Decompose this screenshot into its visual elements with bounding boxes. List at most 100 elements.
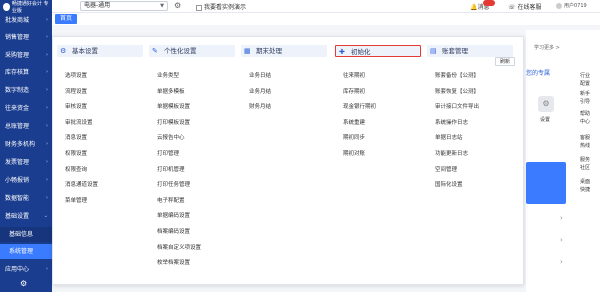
chevron-right-icon[interactable]: ›	[560, 258, 563, 266]
chevron-right-icon: ›	[46, 69, 48, 75]
menu-item[interactable]: 国际化设置	[435, 180, 463, 188]
menu-item[interactable]: 审计接口文件导出	[435, 102, 479, 110]
menu-item[interactable]: 单据日志站	[435, 133, 463, 141]
service-community[interactable]: 服务	[580, 156, 590, 163]
menu-column: ▦ 期末处理业务日结业务月结财务月结	[241, 45, 327, 110]
menu-item[interactable]: 业务日结	[249, 71, 271, 79]
menu-item[interactable]: 功能更新日志	[435, 149, 468, 157]
learn-more-link[interactable]: 学习更多 >	[534, 44, 560, 51]
menu-item[interactable]: 系统重建	[343, 118, 365, 126]
demo-checkbox[interactable]	[196, 4, 202, 11]
chevron-right-icon: ›	[46, 177, 48, 183]
app-logo[interactable]: 畅捷通好会计 专业版	[0, 0, 52, 14]
sidebar-item-apps[interactable]: 应用中心 ›	[0, 262, 52, 277]
refresh-button[interactable]: 刷新	[495, 57, 515, 66]
settings-icon[interactable]: ⚙	[174, 1, 181, 10]
chevron-right-icon: ›	[46, 52, 48, 58]
menu-column: ⚙ 基本设置 选项设置 流程设置 审核设置 审批流设置 消息设置 权限设置 权限查询 消息通道设置…	[57, 45, 143, 204]
menu-item[interactable]: 空间管理	[435, 165, 457, 173]
menu-item[interactable]: 流程设置	[65, 87, 87, 95]
menu-column: ▤ 账套管理账套备份【公测】 账套恢复【公测】 审计接口文件导出 系统操作日志 单据日志站…	[427, 45, 513, 188]
sidebar-item-wholesale[interactable]: 批发商城 ›	[0, 13, 52, 28]
chevron-down-icon: ⌄	[43, 213, 48, 219]
setup-icon[interactable]: ⚙	[538, 96, 554, 112]
sidebar-settings-icon[interactable]: ⚙	[20, 279, 27, 288]
menu-item[interactable]: 档案自定义项设置	[157, 243, 201, 251]
chevron-right-icon: ›	[46, 195, 48, 201]
sidebar-item-system[interactable]: 系统管理	[0, 244, 52, 259]
demo-label: 我要看实例演示	[204, 4, 247, 11]
menu-item[interactable]: 单据模板设置	[157, 102, 190, 110]
sidebar-item-multi-org[interactable]: 财务多机构 ›	[0, 137, 52, 152]
menu-item[interactable]: 消息设置	[65, 133, 87, 141]
user-menu[interactable]: 用户0719	[556, 2, 587, 9]
sidebar-item-ledger[interactable]: 总账管理 ›	[0, 119, 52, 134]
sidebar-item-inventory[interactable]: 库存核算 ›	[0, 65, 52, 80]
chevron-right-icon: ›	[46, 34, 48, 40]
industry-label[interactable]: 行业	[580, 72, 590, 79]
sidebar-item-manufacturing[interactable]: 数字制造 ›	[0, 83, 52, 98]
chevron-right-icon: ›	[46, 17, 48, 23]
sidebar-item-funds[interactable]: 往来资金 ›	[0, 101, 52, 116]
menu-item[interactable]: 菜单管理	[65, 196, 87, 204]
account-select[interactable]: 电器-通用 ▼	[80, 1, 168, 11]
menu-item[interactable]: 账套备份【公测】	[435, 71, 479, 79]
sidebar-item-invoice[interactable]: 发票管理 ›	[0, 155, 52, 170]
menu-item[interactable]: 库存期初	[343, 87, 365, 95]
sidebar-item-label: 发票管理	[5, 159, 30, 166]
menu-column-header: ▦ 期末处理	[241, 45, 327, 57]
sidebar-item-basic-settings[interactable]: 基础设置 ⌄	[0, 209, 52, 224]
newbie-guide[interactable]: 新手	[580, 90, 590, 97]
menu-item[interactable]: 打印模板设置	[157, 118, 190, 126]
promo-banner[interactable]	[526, 162, 566, 204]
sidebar-item-label: 基础设置	[5, 213, 30, 220]
menu-item[interactable]: 档案编码设置	[157, 227, 190, 235]
menu-item[interactable]: 打印机管理	[157, 165, 185, 173]
menu-item[interactable]: 打印任务管理	[157, 180, 190, 188]
menu-item[interactable]: 权限查询	[65, 165, 87, 173]
sidebar-item-sales[interactable]: 销售管理 ›	[0, 30, 52, 45]
menu-item[interactable]: 财务月结	[249, 102, 271, 110]
chevron-right-icon[interactable]: ›	[560, 214, 563, 222]
menu-item[interactable]: 现金银行期初	[343, 102, 376, 110]
menu-item[interactable]: 云报告中心	[157, 133, 185, 141]
online-service-button[interactable]: ☏ 在线客服	[508, 2, 541, 11]
menu-column-title: 初始化	[351, 48, 371, 56]
settings-icon: ⚙	[60, 47, 67, 55]
help-center[interactable]: 帮助	[580, 110, 590, 117]
service-community-2: 社区	[580, 165, 591, 171]
menu-item[interactable]: 消息通道设置	[65, 180, 98, 188]
menu-item[interactable]: 权限设置	[65, 149, 87, 157]
menu-item[interactable]: 审批流设置	[65, 118, 93, 126]
menu-item[interactable]: 审核设置	[65, 102, 87, 110]
tab-home[interactable]: 首页	[55, 14, 77, 24]
sidebar-item-label: 数据智能	[5, 195, 30, 202]
menu-item[interactable]: 单据多模板	[157, 87, 185, 95]
sidebar-item-label: 数字制造	[5, 87, 30, 94]
menu-item[interactable]: 账套恢复【公测】	[435, 87, 479, 95]
menu-column: ✚ 初始化 往来期初 库存期初 现金银行期初 系统重建 期初同步 期初对账	[335, 45, 421, 157]
menu-item[interactable]: 往来期初	[343, 71, 365, 79]
menu-item[interactable]: 电子秤配置	[157, 196, 185, 204]
sidebar-item-purchase[interactable]: 采购管理 ›	[0, 48, 52, 63]
menu-item[interactable]: 期初对账	[343, 149, 365, 157]
menu-item[interactable]: 期初同步	[343, 133, 365, 141]
menu-item[interactable]: 单据编码设置	[157, 211, 190, 219]
menu-item[interactable]: 选项设置	[65, 71, 87, 79]
sidebar-item-reimburse[interactable]: 小畅报销 ›	[0, 173, 52, 188]
sidebar-item-basic-info[interactable]: 基础信息	[0, 227, 52, 242]
menu-item[interactable]: 枚举档案设置	[157, 258, 190, 266]
sidebar-item-data[interactable]: 数据智能 ›	[0, 191, 52, 206]
sidebar-item-label: 应用中心	[5, 266, 30, 273]
demo-toggle[interactable]: 我要看实例演示	[196, 2, 246, 11]
service-hotline[interactable]: 客服	[580, 134, 590, 141]
menu-item[interactable]: 业务月结	[249, 87, 271, 95]
menu-item[interactable]: 业务类型	[157, 71, 179, 79]
chevron-right-icon[interactable]: ›	[560, 236, 563, 244]
menu-column-header: ▤ 账套管理	[427, 45, 513, 57]
menu-item[interactable]: 打印管理	[157, 149, 179, 157]
tab-bar: 首页	[52, 13, 600, 25]
setup-label[interactable]: 设置	[540, 116, 550, 123]
desktop-shortcut[interactable]: 桌面	[580, 178, 590, 185]
menu-item[interactable]: 系统操作日志	[435, 118, 468, 126]
